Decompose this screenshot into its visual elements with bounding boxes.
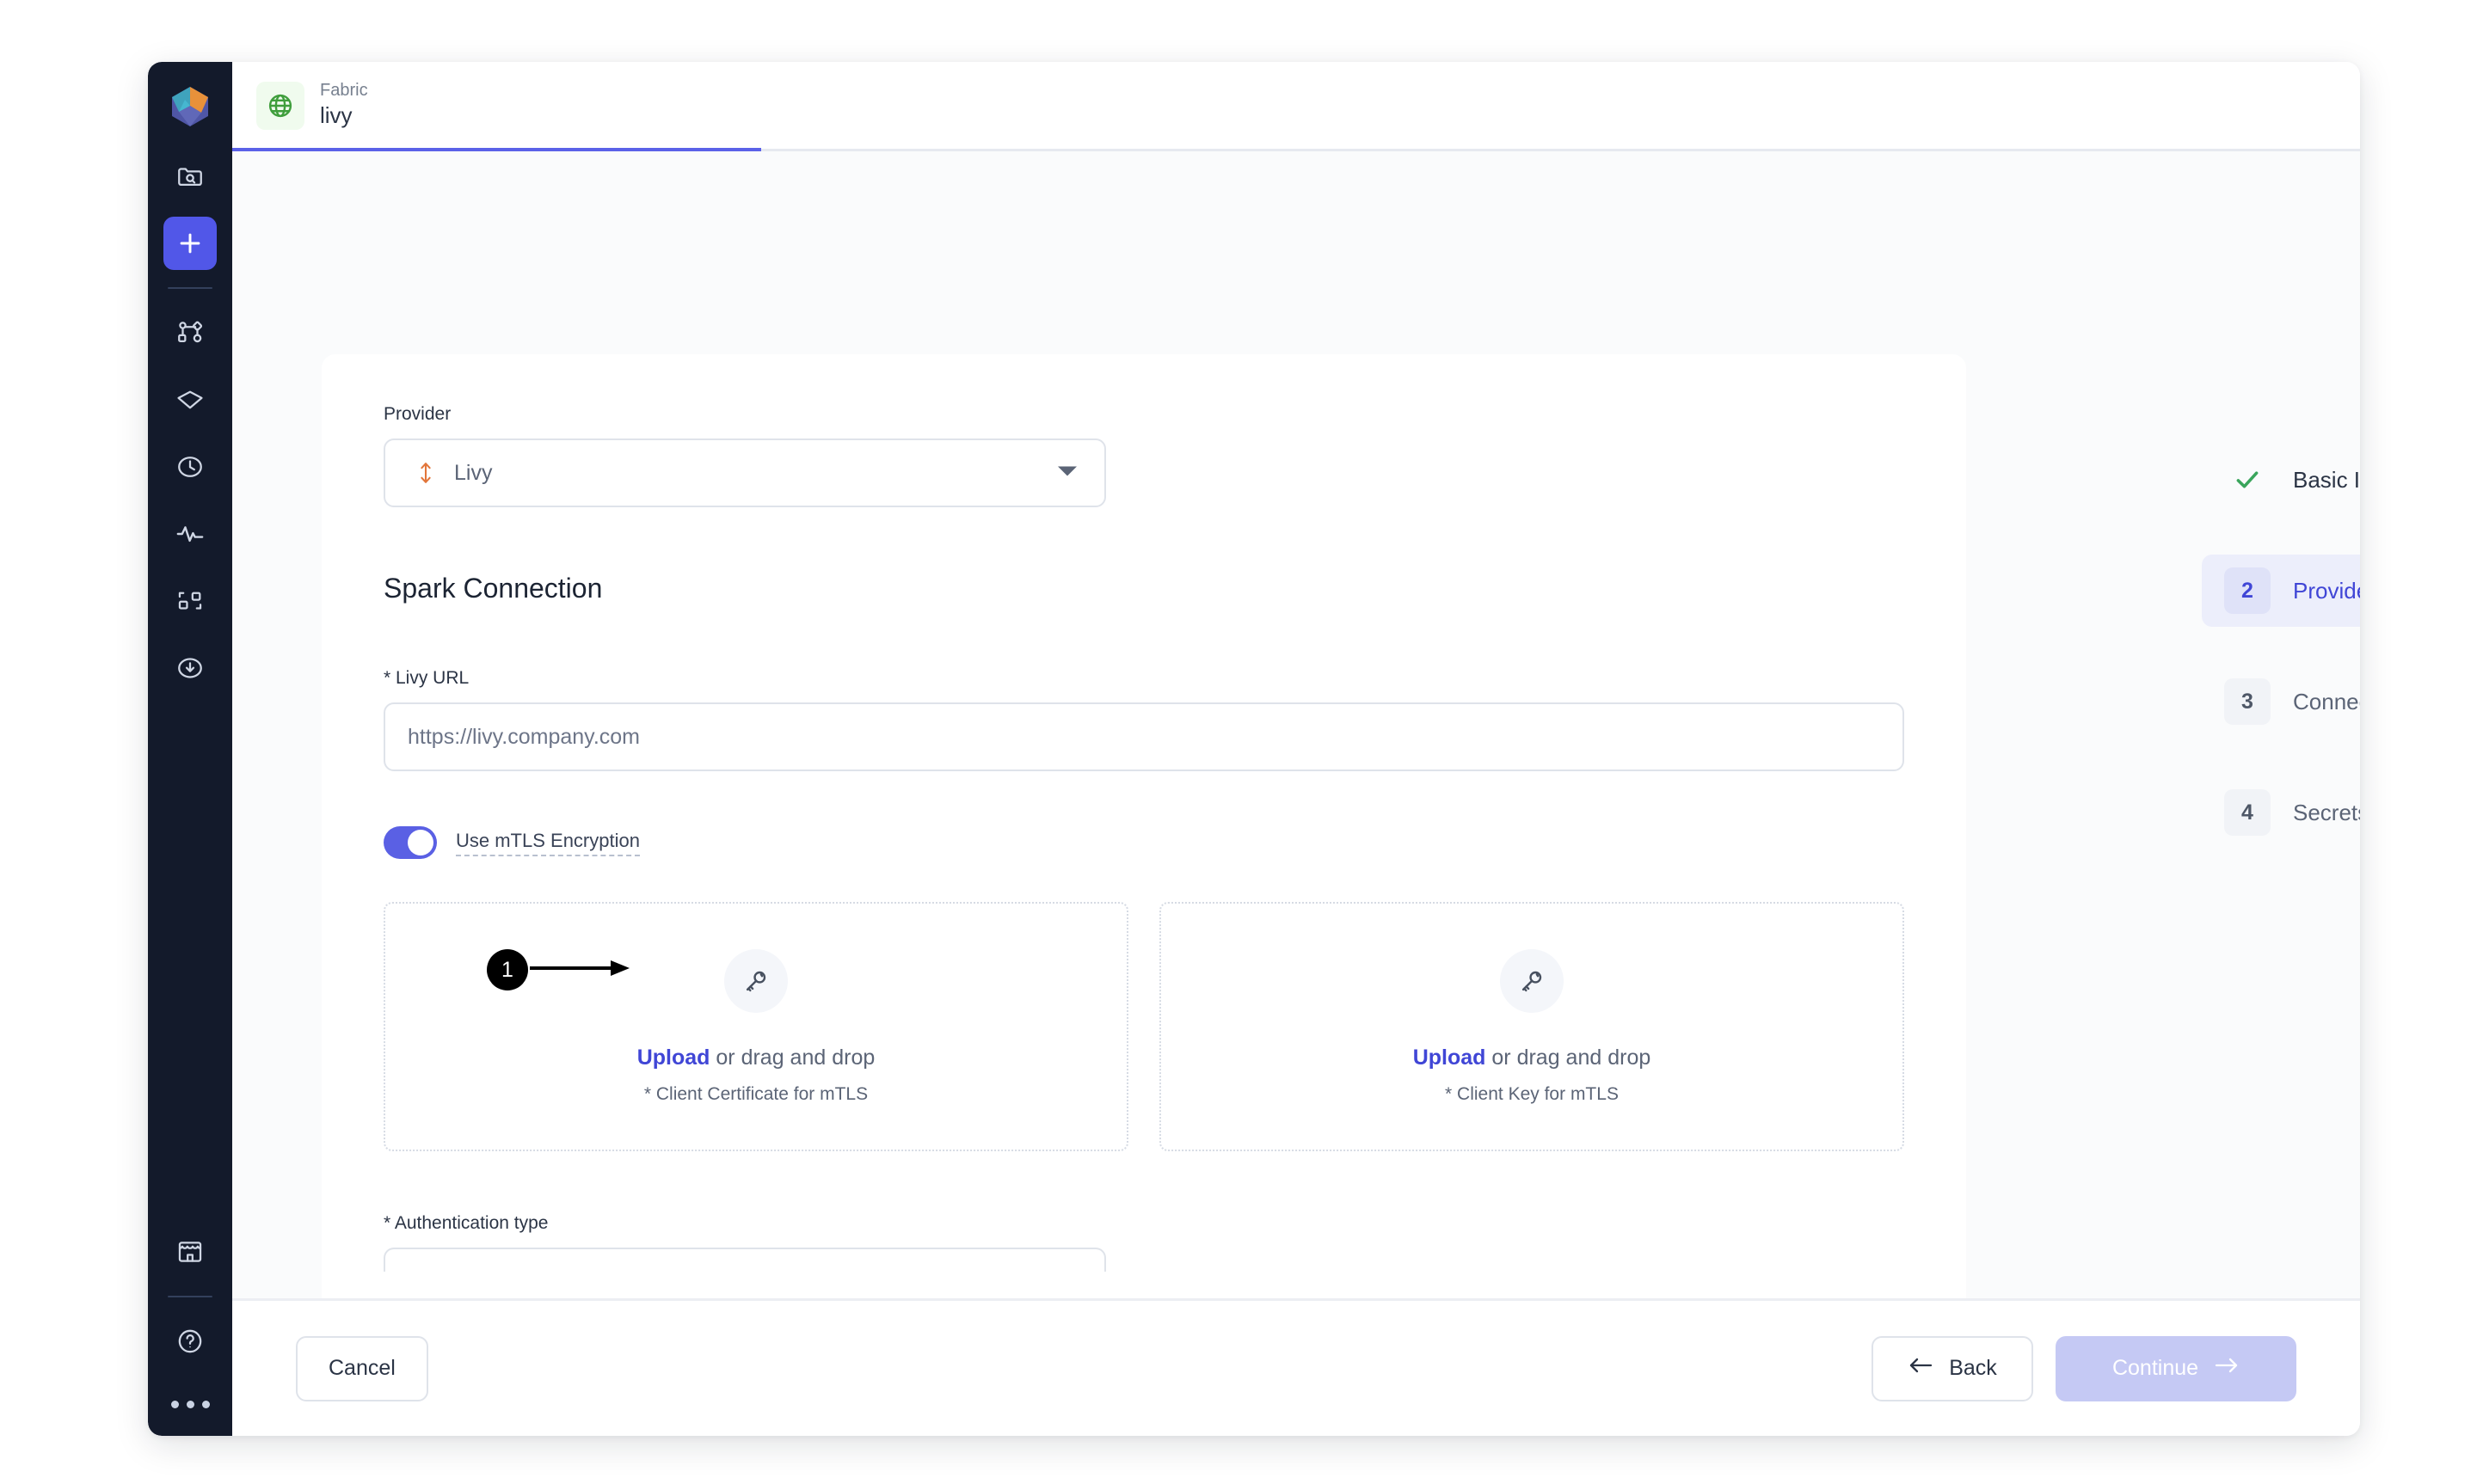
- sidebar-rail: [148, 62, 232, 1436]
- storefront-icon: [175, 1237, 205, 1266]
- step-number: 2: [2224, 567, 2271, 614]
- provider-select[interactable]: Livy: [384, 438, 1106, 507]
- diamond-icon: [175, 385, 205, 414]
- sidebar-item-catalog[interactable]: [163, 150, 217, 203]
- sidebar-item-history[interactable]: [163, 440, 217, 494]
- plus-icon: [175, 229, 205, 258]
- sidebar-item-help[interactable]: [163, 1315, 217, 1368]
- step-secrets[interactable]: 4 Secrets: [2202, 776, 2360, 849]
- arrow-left-icon: [1908, 1356, 1933, 1381]
- back-button[interactable]: Back: [1872, 1335, 2033, 1401]
- toggle-knob: [408, 830, 433, 855]
- continue-button[interactable]: Continue: [2056, 1335, 2296, 1401]
- upload-link[interactable]: Upload: [1413, 1046, 1486, 1070]
- key-icon: [724, 948, 788, 1013]
- sidebar-item-monitoring[interactable]: [163, 507, 217, 561]
- step-label: Basic Info: [2293, 466, 2360, 493]
- wizard-stepper: Basic Info 2 Providers 3 Connections 4 S…: [2202, 444, 2360, 849]
- upload-row: Upload or drag and drop * Client Certifi…: [384, 902, 1904, 1151]
- key-icon: [1500, 948, 1564, 1013]
- clock-icon: [175, 452, 205, 481]
- section-title-spark-connection: Spark Connection: [384, 573, 603, 604]
- globe-icon: [256, 81, 304, 130]
- sidebar-item-workflows[interactable]: [163, 574, 217, 628]
- livy-url-input[interactable]: https://livy.company.com: [384, 702, 1904, 771]
- more-dots-icon[interactable]: [170, 1401, 210, 1408]
- sidebar-item-quality[interactable]: [163, 373, 217, 426]
- authentication-type-select[interactable]: [384, 1248, 1106, 1272]
- activity-pulse-icon: [175, 519, 205, 549]
- step-label: Connections: [2293, 688, 2360, 714]
- dropzone-rest-text: or drag and drop: [710, 1045, 876, 1070]
- client-certificate-dropzone[interactable]: Upload or drag and drop * Client Certifi…: [384, 902, 1128, 1151]
- arrow-right-icon: [2214, 1356, 2240, 1381]
- client-key-dropzone[interactable]: Upload or drag and drop * Client Key for…: [1159, 902, 1904, 1151]
- step-label: Providers: [2293, 577, 2360, 604]
- sidebar-divider-top: [168, 287, 212, 289]
- dropzone-caption: * Client Certificate for mTLS: [643, 1083, 869, 1104]
- provider-selected-value: Livy: [454, 460, 493, 485]
- folder-search-icon: [175, 162, 205, 191]
- body-area: Provider Livy Spark Connection * Livy UR…: [232, 151, 2360, 1298]
- back-button-label: Back: [1949, 1356, 1997, 1380]
- step-basic-info[interactable]: Basic Info: [2202, 444, 2360, 516]
- step-providers[interactable]: 2 Providers: [2202, 555, 2360, 627]
- network-nodes-icon: [175, 318, 205, 347]
- tab-bar: Fabric livy: [232, 62, 2360, 151]
- sidebar-item-pipelines[interactable]: [163, 306, 217, 359]
- tab-title: livy: [320, 102, 353, 129]
- sidebar-item-marketplace[interactable]: [163, 1225, 217, 1279]
- provider-form-card: Provider Livy Spark Connection * Livy UR…: [322, 354, 1966, 1298]
- upload-link[interactable]: Upload: [637, 1046, 710, 1070]
- dropzone-rest-text: or drag and drop: [1485, 1045, 1651, 1070]
- sidebar-item-downloads[interactable]: [163, 641, 217, 695]
- step-connections[interactable]: 3 Connections: [2202, 665, 2360, 738]
- dropzone-main-text: Upload or drag and drop: [1413, 1046, 1651, 1070]
- dropzone-caption: * Client Key for mTLS: [1445, 1083, 1619, 1104]
- mtls-toggle[interactable]: [384, 826, 437, 859]
- sidebar-item-add[interactable]: [163, 217, 217, 270]
- help-circle-icon: [175, 1327, 205, 1356]
- sidebar-divider-bottom: [168, 1296, 212, 1297]
- provider-label: Provider: [384, 404, 452, 424]
- check-icon: [2224, 457, 2271, 503]
- form-inner: Provider Livy Spark Connection * Livy UR…: [322, 354, 1966, 1272]
- dropzone-main-text: Upload or drag and drop: [637, 1046, 876, 1070]
- livy-url-label: * Livy URL: [384, 668, 470, 688]
- tab-texts: Fabric livy: [320, 81, 368, 129]
- wizard-footer: Cancel Back Continue: [232, 1298, 2360, 1436]
- tab-kicker: Fabric: [320, 81, 368, 101]
- continue-button-label: Continue: [2111, 1356, 2199, 1380]
- workflow-nodes-icon: [175, 586, 205, 616]
- step-label: Secrets: [2293, 799, 2360, 825]
- step-number: 4: [2224, 789, 2271, 836]
- tab-livy[interactable]: Fabric livy: [232, 62, 761, 151]
- authentication-type-label: * Authentication type: [384, 1213, 549, 1233]
- chevron-down-icon[interactable]: [1056, 464, 1079, 482]
- fabric-logo[interactable]: [165, 81, 215, 131]
- mtls-toggle-label[interactable]: Use mTLS Encryption: [456, 830, 640, 856]
- step-number: 3: [2224, 678, 2271, 725]
- download-circle-icon: [175, 653, 205, 683]
- app-window: Fabric livy Provider Livy Spark Connecti…: [148, 62, 2360, 1436]
- mtls-toggle-row: Use mTLS Encryption: [384, 826, 1904, 859]
- cancel-button[interactable]: Cancel: [296, 1335, 428, 1401]
- livy-arrows-icon: [408, 460, 444, 486]
- content-column: Fabric livy Provider Livy Spark Connecti…: [232, 62, 2360, 1436]
